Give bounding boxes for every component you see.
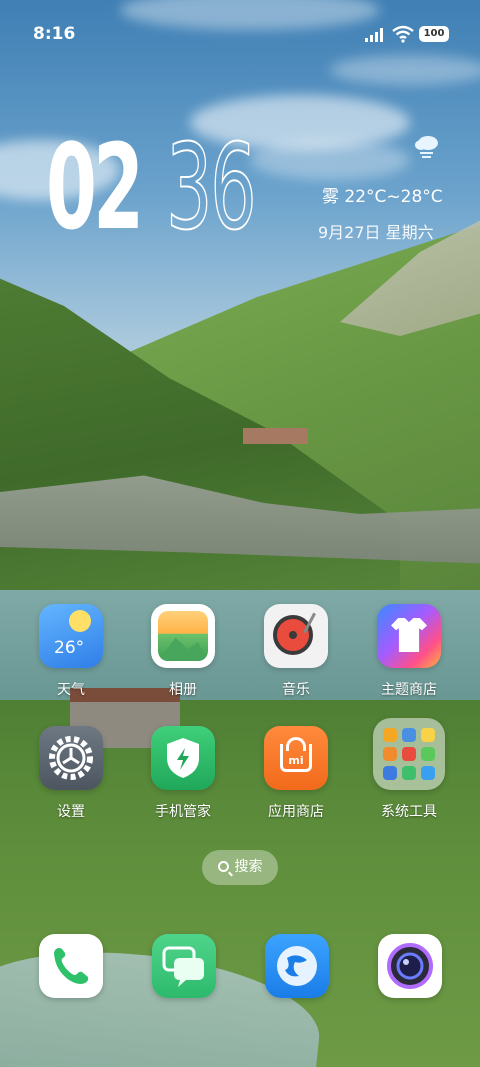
app-label: 天气 xyxy=(57,682,85,698)
search-icon xyxy=(217,861,229,872)
app-music[interactable]: 音乐 xyxy=(246,604,346,699)
app-weather[interactable]: 26° 天气 xyxy=(21,604,121,699)
app-label: 系统工具 xyxy=(381,804,437,820)
search-button[interactable]: 搜索 xyxy=(202,850,278,885)
settings-app-icon xyxy=(39,726,103,790)
phone-app-icon xyxy=(54,948,89,984)
app-label: 手机管家 xyxy=(155,804,211,820)
weather-app-icon: 26° xyxy=(39,604,103,668)
app-label: 音乐 xyxy=(282,682,310,698)
folder-system-tools[interactable]: 系统工具 xyxy=(359,718,459,821)
app-label: 主题商店 xyxy=(381,682,437,698)
cloud-rain-icon[interactable] xyxy=(413,134,441,160)
date-label[interactable]: 9月27日 星期六 xyxy=(318,219,434,243)
clock-hours: 02 xyxy=(46,118,144,256)
dock-messages[interactable] xyxy=(152,934,216,998)
app-gallery[interactable]: 相册 xyxy=(133,604,233,699)
weather-summary[interactable]: 雾 22°C~28°C xyxy=(322,182,443,207)
browser-app-icon xyxy=(277,946,317,986)
music-app-icon xyxy=(264,604,328,668)
app-store-logo-text: mi xyxy=(288,754,304,767)
wifi-icon xyxy=(392,25,414,43)
gallery-app-icon xyxy=(151,604,215,668)
search-label: 搜索 xyxy=(234,859,263,875)
clock-minutes: 36 xyxy=(165,118,257,256)
app-security[interactable]: 手机管家 xyxy=(133,726,233,821)
battery-indicator: 100 xyxy=(419,26,449,42)
dock-camera[interactable] xyxy=(378,934,442,998)
weather-app-temp: 26° xyxy=(54,638,85,658)
app-store-app-icon: mi xyxy=(264,726,328,790)
app-label: 设置 xyxy=(57,804,85,820)
app-theme-store[interactable]: 主题商店 xyxy=(359,604,459,699)
theme-store-app-icon xyxy=(377,604,441,668)
app-settings[interactable]: 设置 xyxy=(21,726,121,821)
messages-app-icon xyxy=(162,946,204,987)
dock-phone[interactable] xyxy=(39,934,103,998)
status-bar: 8:16 100 xyxy=(0,0,480,68)
dock-browser[interactable] xyxy=(265,934,329,998)
camera-app-icon xyxy=(387,943,433,989)
status-time: 8:16 xyxy=(33,24,76,44)
system-tools-folder-icon xyxy=(373,718,445,790)
security-app-icon xyxy=(151,726,215,790)
clock-widget[interactable]: 02 36 xyxy=(46,118,286,256)
app-app-store[interactable]: mi 应用商店 xyxy=(246,726,346,821)
app-label: 相册 xyxy=(169,682,197,698)
app-label: 应用商店 xyxy=(268,804,324,820)
cellular-signal-icon xyxy=(365,28,383,42)
